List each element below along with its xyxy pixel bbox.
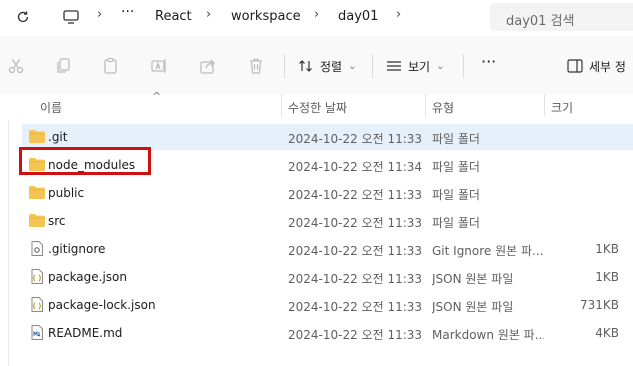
- sort-ascending-icon: ^: [152, 90, 162, 103]
- column-divider[interactable]: [544, 94, 545, 116]
- delete-icon[interactable]: [246, 56, 266, 76]
- file-name: src: [48, 214, 66, 228]
- file-name: .git: [48, 130, 68, 144]
- settings-file-icon: [28, 241, 46, 256]
- annotation-highlight-box: [19, 147, 151, 175]
- folder-icon: [28, 185, 46, 200]
- sort-label: 정렬: [320, 59, 343, 74]
- file-name: README.md: [48, 326, 123, 340]
- rename-icon[interactable]: [149, 56, 169, 76]
- breadcrumb-item-react[interactable]: React: [155, 9, 192, 24]
- file-type: Markdown 원본 파...: [432, 328, 544, 342]
- share-icon[interactable]: [198, 56, 218, 76]
- json-file-icon: [28, 297, 46, 312]
- file-modified: 2024-10-22 오전 11:33: [288, 216, 423, 230]
- sort-icon: [299, 60, 312, 72]
- copy-icon[interactable]: [53, 56, 73, 76]
- column-header-row: ^ 이름 수정한 날짜 유형 크기: [0, 90, 633, 120]
- file-modified: 2024-10-22 오전 11:34: [288, 160, 423, 174]
- more-options-button[interactable]: ···: [481, 51, 496, 71]
- paste-icon[interactable]: [101, 56, 121, 76]
- chevron-down-icon: ⌄: [436, 60, 445, 72]
- navigation-pane-edge: [8, 120, 9, 366]
- file-row[interactable]: package-lock.json 2024-10-22 오전 11:33 JS…: [22, 292, 633, 318]
- file-row[interactable]: src 2024-10-22 오전 11:33 파일 폴더: [22, 208, 633, 234]
- folder-icon: [28, 213, 46, 228]
- file-type: Git Ignore 원본 파...: [432, 244, 544, 258]
- file-size: 4KB: [595, 326, 619, 340]
- file-name: .gitignore: [48, 242, 106, 256]
- file-name: public: [48, 186, 85, 200]
- more-locations-icon[interactable]: ···: [121, 4, 134, 20]
- chevron-down-icon: ⌄: [348, 60, 357, 72]
- file-type: 파일 폴더: [432, 188, 480, 202]
- refresh-icon[interactable]: [14, 8, 32, 26]
- view-list-icon: [387, 61, 401, 71]
- cut-icon[interactable]: [6, 56, 26, 76]
- file-modified: 2024-10-22 오전 11:33: [288, 244, 423, 258]
- file-modified: 2024-10-22 오전 11:33: [288, 328, 423, 342]
- toolbar-divider: [284, 54, 285, 78]
- file-name: package-lock.json: [48, 298, 156, 312]
- file-type: JSON 원본 파일: [432, 272, 514, 286]
- column-divider[interactable]: [281, 94, 282, 116]
- column-header-modified[interactable]: 수정한 날짜: [288, 99, 347, 116]
- search-box[interactable]: day01 검색: [490, 3, 633, 31]
- column-header-type[interactable]: 유형: [432, 99, 454, 116]
- file-modified: 2024-10-22 오전 11:33: [288, 272, 423, 286]
- file-name: package.json: [48, 270, 128, 284]
- breadcrumb-item-day01[interactable]: day01: [338, 9, 378, 24]
- file-modified: 2024-10-22 오전 11:33: [288, 132, 423, 146]
- file-size: 1KB: [595, 242, 619, 256]
- file-type: 파일 폴더: [432, 160, 480, 174]
- details-pane-label: 세부 정: [589, 59, 626, 74]
- chevron-right-icon: ›: [206, 7, 212, 22]
- details-pane-button[interactable]: 세부 정: [567, 56, 626, 76]
- file-size: 1KB: [595, 270, 619, 284]
- breadcrumb-item-workspace[interactable]: workspace: [231, 9, 301, 24]
- toolbar-divider: [372, 54, 373, 78]
- details-pane-icon: [567, 59, 583, 73]
- toolbar-divider: [463, 54, 464, 78]
- chevron-right-icon: ›: [314, 7, 320, 22]
- chevron-right-icon[interactable]: ›: [396, 7, 401, 22]
- command-bar: 정렬 ⌄ 보기 ⌄ ··· 세부 정: [0, 36, 633, 95]
- sort-button[interactable]: 정렬 ⌄: [298, 56, 356, 76]
- view-button[interactable]: 보기 ⌄: [386, 56, 444, 76]
- file-modified: 2024-10-22 오전 11:33: [288, 300, 423, 314]
- file-type: 파일 폴더: [432, 216, 480, 230]
- address-bar: › ··· React › workspace › day01 › day01 …: [0, 0, 633, 36]
- file-type: 파일 폴더: [432, 132, 480, 146]
- file-size: 731KB: [579, 298, 619, 312]
- json-file-icon: [28, 269, 46, 284]
- file-row[interactable]: .gitignore 2024-10-22 오전 11:33 Git Ignor…: [22, 236, 633, 262]
- monitor-icon[interactable]: [62, 8, 80, 26]
- view-label: 보기: [408, 59, 431, 74]
- column-divider[interactable]: [425, 94, 426, 116]
- file-type: JSON 원본 파일: [432, 300, 514, 314]
- file-row[interactable]: README.md 2024-10-22 오전 11:33 Markdown 원…: [22, 320, 633, 346]
- file-row[interactable]: public 2024-10-22 오전 11:33 파일 폴더: [22, 180, 633, 206]
- search-placeholder: day01 검색: [506, 14, 575, 29]
- column-header-size[interactable]: 크기: [551, 99, 573, 116]
- markdown-file-icon: [28, 325, 46, 340]
- chevron-right-icon: ›: [97, 7, 103, 22]
- file-modified: 2024-10-22 오전 11:33: [288, 188, 423, 202]
- folder-icon: [28, 129, 46, 144]
- more-options-icon: ···: [481, 51, 497, 71]
- file-row[interactable]: package.json 2024-10-22 오전 11:33 JSON 원본…: [22, 264, 633, 290]
- column-header-name[interactable]: 이름: [40, 99, 62, 116]
